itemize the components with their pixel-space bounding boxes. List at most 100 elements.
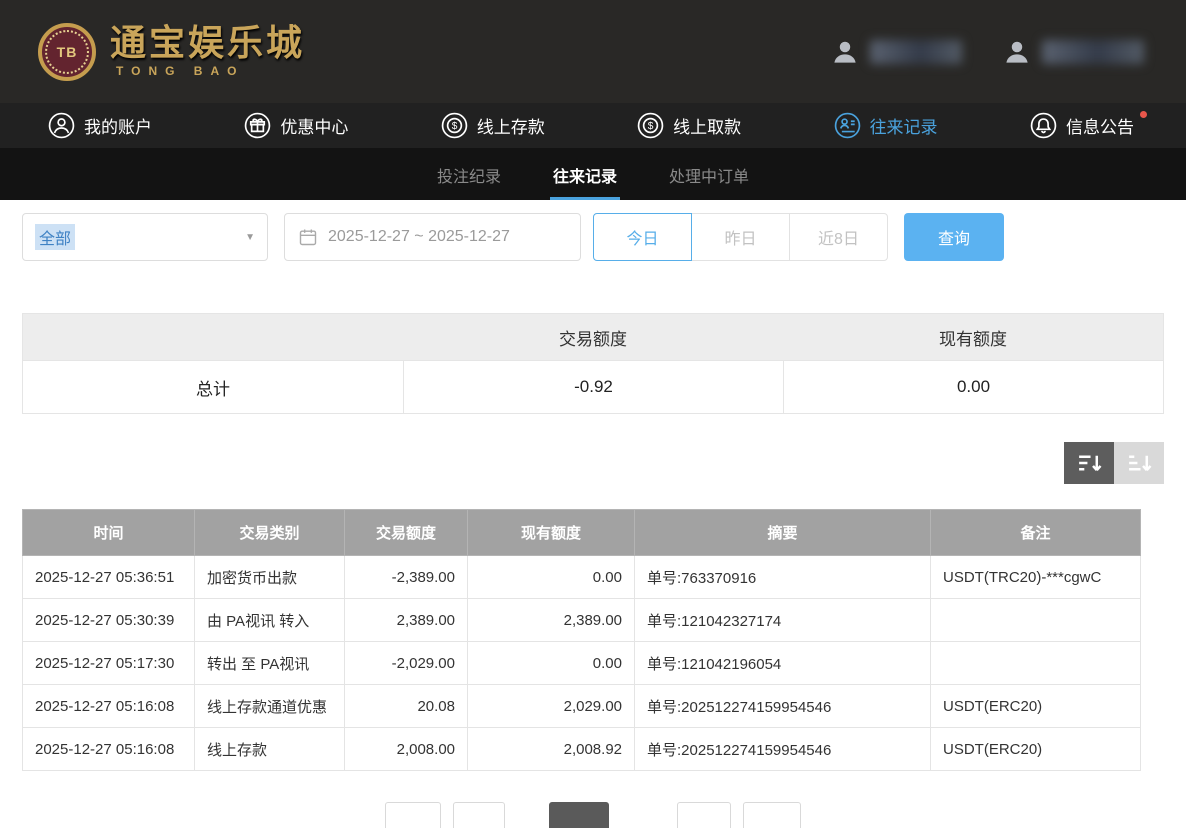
summary-trade-total: -0.92: [403, 360, 783, 413]
brand-subtitle: TONG BAO: [110, 64, 305, 78]
pagination-button[interactable]: [385, 802, 441, 828]
cell-balance: 0.00: [468, 556, 635, 599]
summary-total-label: 总计: [23, 360, 403, 413]
cell-summary: 单号:121042327174: [635, 599, 931, 642]
gift-icon: [244, 112, 271, 139]
col-header-note: 备注: [931, 510, 1141, 556]
cell-note: [931, 599, 1141, 642]
cell-amount: -2,389.00: [345, 556, 468, 599]
nav-label: 我的账户: [84, 113, 152, 138]
col-header-balance: 现有额度: [468, 510, 635, 556]
col-header-type: 交易类别: [195, 510, 345, 556]
table-row: 2025-12-27 05:16:08 线上存款 2,008.00 2,008.…: [23, 728, 1141, 771]
date-range-value: 2025-12-27 ~ 2025-12-27: [328, 228, 510, 246]
tab-transaction-records[interactable]: 往来记录: [550, 163, 620, 200]
table-row: 2025-12-27 05:36:51 加密货币出款 -2,389.00 0.0…: [23, 556, 1141, 599]
nav-item-announcements[interactable]: 信息公告: [1030, 112, 1134, 139]
brand-text: 通宝娱乐城 TONG BAO: [110, 25, 305, 78]
svg-text:$: $: [451, 121, 457, 132]
withdraw-coin-icon: $: [637, 112, 664, 139]
records-icon: [834, 112, 861, 139]
cell-note: USDT(TRC20)-***cgwC: [931, 556, 1141, 599]
cell-amount: 2,389.00: [345, 599, 468, 642]
table-row: 2025-12-27 05:16:08 线上存款通道优惠 20.08 2,029…: [23, 685, 1141, 728]
table-header-row: 时间 交易类别 交易额度 现有额度 摘要 备注: [23, 510, 1141, 556]
brand-logo[interactable]: TB 通宝娱乐城 TONG BAO: [38, 23, 305, 81]
nav-item-promotions[interactable]: 优惠中心: [244, 112, 348, 139]
cell-note: USDT(ERC20): [931, 685, 1141, 728]
date-range-input[interactable]: 2025-12-27 ~ 2025-12-27: [284, 213, 581, 261]
nav-label: 优惠中心: [280, 113, 348, 138]
record-tabs: 投注纪录 往来记录 处理中订单: [0, 148, 1186, 200]
cell-type: 加密货币出款: [195, 556, 345, 599]
summary-header-empty: [23, 314, 403, 360]
nav-item-transaction-records[interactable]: 往来记录: [834, 112, 938, 139]
cell-balance: 0.00: [468, 642, 635, 685]
transactions-table: 时间 交易类别 交易额度 现有额度 摘要 备注 2025-12-27 05:36…: [22, 509, 1141, 771]
transaction-type-select[interactable]: 全部 ▼: [22, 213, 268, 261]
summary-header-row: 交易额度 现有额度: [23, 314, 1163, 360]
tab-bet-records[interactable]: 投注纪录: [434, 163, 504, 200]
summary-balance-total: 0.00: [783, 360, 1163, 413]
svg-text:$: $: [648, 121, 654, 132]
wallet-avatar-icon: [1002, 37, 1032, 67]
nav-item-online-deposit[interactable]: $ 线上存款: [441, 112, 545, 139]
bell-icon: [1030, 112, 1057, 139]
nav-label: 往来记录: [870, 113, 938, 138]
selected-type: 全部: [35, 224, 75, 250]
pagination-button[interactable]: [743, 802, 801, 828]
user-circle-icon: [48, 112, 75, 139]
col-header-summary: 摘要: [635, 510, 931, 556]
cell-time: 2025-12-27 05:16:08: [23, 728, 195, 771]
cell-balance: 2,389.00: [468, 599, 635, 642]
table-row: 2025-12-27 05:30:39 由 PA视讯 转入 2,389.00 2…: [23, 599, 1141, 642]
pagination-page-select[interactable]: [549, 802, 609, 828]
cell-type: 由 PA视讯 转入: [195, 599, 345, 642]
nav-label: 信息公告: [1066, 113, 1134, 138]
cell-time: 2025-12-27 05:17:30: [23, 642, 195, 685]
col-header-amount: 交易额度: [345, 510, 468, 556]
col-header-time: 时间: [23, 510, 195, 556]
user-avatar-icon: [830, 37, 860, 67]
cell-balance: 2,008.92: [468, 728, 635, 771]
cell-time: 2025-12-27 05:30:39: [23, 599, 195, 642]
cell-type: 转出 至 PA视讯: [195, 642, 345, 685]
search-button[interactable]: 查询: [904, 213, 1004, 261]
tab-pending-orders[interactable]: 处理中订单: [666, 163, 752, 200]
nav-label: 线上取款: [673, 113, 741, 138]
cell-amount: -2,029.00: [345, 642, 468, 685]
cell-note: USDT(ERC20): [931, 728, 1141, 771]
sort-ascending-button[interactable]: [1114, 442, 1164, 484]
summary-header-trade: 交易额度: [403, 314, 783, 360]
pagination-button[interactable]: [453, 802, 505, 828]
nav-item-online-withdrawal[interactable]: $ 线上取款: [637, 112, 741, 139]
sort-descending-button[interactable]: [1064, 442, 1114, 484]
sort-controls: [22, 442, 1164, 484]
cell-amount: 2,008.00: [345, 728, 468, 771]
user-area: [830, 37, 1144, 67]
cell-time: 2025-12-27 05:16:08: [23, 685, 195, 728]
top-bar: TB 通宝娱乐城 TONG BAO: [0, 0, 1186, 103]
balance-info-chip[interactable]: [1002, 37, 1144, 67]
redacted-balance: [1042, 40, 1144, 64]
calendar-icon: [298, 227, 318, 247]
filter-bar: 全部 ▼ 2025-12-27 ~ 2025-12-27 今日 昨日 近8日 查…: [0, 200, 1186, 261]
pagination-button[interactable]: [677, 802, 731, 828]
casino-chip-icon: TB: [38, 23, 96, 81]
summary-table: 交易额度 现有额度 总计 -0.92 0.00: [22, 313, 1164, 414]
user-info-chip[interactable]: [830, 37, 962, 67]
summary-total-row: 总计 -0.92 0.00: [23, 360, 1163, 413]
cell-summary: 单号:202512274159954546: [635, 685, 931, 728]
today-button[interactable]: 今日: [593, 213, 692, 261]
pagination: [0, 802, 1186, 828]
deposit-coin-icon: $: [441, 112, 468, 139]
chip-badge: TB: [57, 44, 78, 60]
cell-balance: 2,029.00: [468, 685, 635, 728]
brand-title: 通宝娱乐城: [110, 25, 305, 61]
yesterday-button[interactable]: 昨日: [691, 213, 790, 261]
cell-note: [931, 642, 1141, 685]
cell-summary: 单号:763370916: [635, 556, 931, 599]
redacted-username: [870, 40, 962, 64]
nav-item-my-account[interactable]: 我的账户: [48, 112, 152, 139]
last-8-days-button[interactable]: 近8日: [789, 213, 888, 261]
